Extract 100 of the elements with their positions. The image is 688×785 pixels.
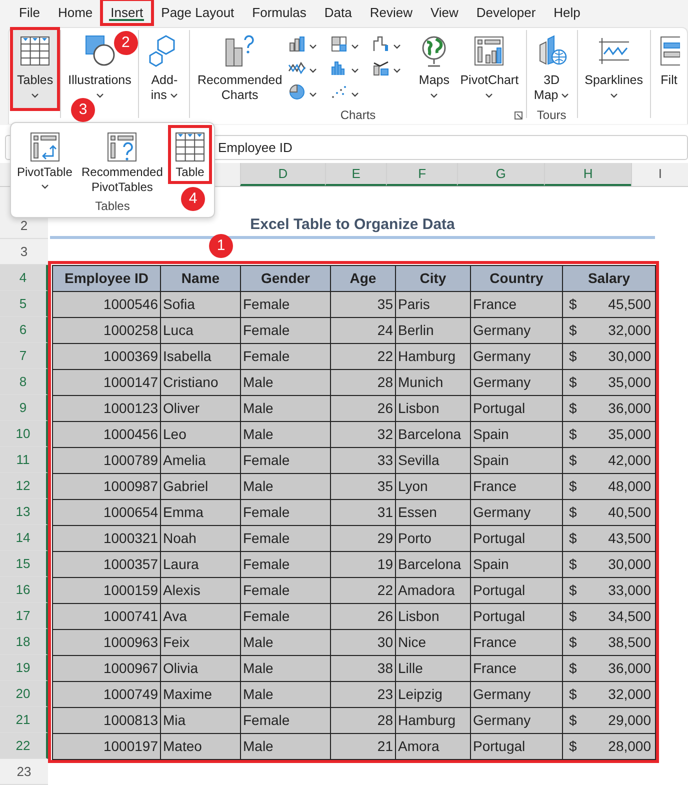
menu-tab[interactable]: File xyxy=(10,0,49,24)
table-cell: France xyxy=(471,474,563,500)
table-cell: Barcelona xyxy=(396,552,471,578)
dialog-launcher-icon[interactable] xyxy=(514,111,523,120)
row-header[interactable]: 11 xyxy=(0,447,48,473)
row-header[interactable]: 18 xyxy=(0,629,48,655)
table-cell: Spain xyxy=(471,448,563,474)
table-cell: France xyxy=(471,630,563,656)
table-cell: Oliver xyxy=(161,396,241,422)
amount-text: 48,000 xyxy=(608,477,651,496)
table-cell: Portugal xyxy=(471,578,563,604)
currency-symbol: $ xyxy=(569,581,577,600)
table-cell: Amelia xyxy=(161,448,241,474)
column-header[interactable]: E xyxy=(324,163,386,186)
table-cell: Sevilla xyxy=(396,448,471,474)
table-cell: Leipzig xyxy=(396,682,471,708)
row-header[interactable]: 20 xyxy=(0,681,48,707)
table-cell: 1000369 xyxy=(53,344,161,370)
menu-tab[interactable]: View xyxy=(421,0,468,24)
table-cell: Hamburg xyxy=(396,344,471,370)
ribbon-button[interactable]: Sparklines xyxy=(580,30,647,108)
row-header[interactable]: 21 xyxy=(0,707,48,733)
table-cell: Lyon xyxy=(396,474,471,500)
row-header[interactable]: 15 xyxy=(0,551,48,577)
column-header[interactable]: I xyxy=(631,163,688,186)
menu-tab[interactable]: Page Layout xyxy=(152,0,244,24)
row-header[interactable]: 10 xyxy=(0,421,48,447)
row-header[interactable]: 17 xyxy=(0,603,48,629)
column-heading: Country xyxy=(471,266,563,292)
table-cell: 1000159 xyxy=(53,578,161,604)
column-header[interactable]: G xyxy=(456,163,544,186)
table-cell: 26 xyxy=(331,396,396,422)
table-cell: Munich xyxy=(396,370,471,396)
ribbon-button[interactable]: Maps xyxy=(412,30,456,108)
table-cell: Berlin xyxy=(396,318,471,344)
table-cell: Nice xyxy=(396,630,471,656)
menu-tab[interactable]: Data xyxy=(315,0,361,24)
group-label: Tables xyxy=(95,199,130,213)
table-cell: 22 xyxy=(331,578,396,604)
row-header[interactable]: 6 xyxy=(0,317,48,343)
currency-symbol: $ xyxy=(569,711,577,730)
ribbon-button[interactable]: Filt xyxy=(654,30,684,108)
menu-tab[interactable]: Insert xyxy=(102,0,152,24)
table-cell: Male xyxy=(241,682,331,708)
row-header[interactable]: 12 xyxy=(0,473,48,499)
row-header[interactable]: 4 xyxy=(0,265,48,291)
table-cell: 22 xyxy=(331,344,396,370)
formula-bar[interactable]: Employee ID xyxy=(5,135,688,160)
ribbon-button[interactable]: Add-ins xyxy=(142,30,186,108)
menu-tab[interactable]: Developer xyxy=(467,0,545,24)
row-header[interactable]: 5 xyxy=(0,291,48,317)
menu-tab[interactable]: Review xyxy=(360,0,422,24)
amount-text: 42,000 xyxy=(608,451,651,470)
amount-text: 33,000 xyxy=(608,581,651,600)
amount-text: 38,500 xyxy=(608,633,651,652)
row-header[interactable]: 22 xyxy=(0,733,48,759)
row-header[interactable]: 23 xyxy=(0,759,48,785)
ribbon-button[interactable]: PivotChart xyxy=(456,30,523,108)
column-heading: Gender xyxy=(241,266,331,292)
menu-tab[interactable]: Help xyxy=(544,0,590,24)
table-cell: Germany xyxy=(471,500,563,526)
table-cell: Female xyxy=(241,578,331,604)
row-header[interactable]: 19 xyxy=(0,655,48,681)
table-cell: 19 xyxy=(331,552,396,578)
row-header[interactable]: 13 xyxy=(0,499,48,525)
menu-tab[interactable]: Home xyxy=(48,0,102,24)
table-cell: 21 xyxy=(331,734,396,760)
row-header[interactable]: 14 xyxy=(0,525,48,551)
currency-symbol: $ xyxy=(569,347,577,366)
table-cell: France xyxy=(471,292,563,318)
ribbon-button[interactable]: Tables xyxy=(13,30,58,108)
amount-text: 30,000 xyxy=(608,347,651,366)
table-cell: 1000987 xyxy=(53,474,161,500)
waterfall-chart-icon xyxy=(372,35,390,53)
column-header[interactable]: D xyxy=(240,163,325,186)
table-cell: Noah xyxy=(161,526,241,552)
row-header[interactable]: 16 xyxy=(0,577,48,603)
table-cell: 1000813 xyxy=(53,708,161,734)
group-label: Tours xyxy=(536,108,566,122)
currency-symbol: $ xyxy=(569,399,577,418)
table-cell: Spain xyxy=(471,422,563,448)
table-cell: Amadora xyxy=(396,578,471,604)
table-cell: 35 xyxy=(331,474,396,500)
row-header[interactable]: 2 xyxy=(0,213,48,239)
table-cell: Male xyxy=(241,734,331,760)
table-cell: Mia xyxy=(161,708,241,734)
ribbon-button[interactable]: 3D Map xyxy=(530,30,574,108)
row-header[interactable]: 9 xyxy=(0,395,48,421)
column-header[interactable]: F xyxy=(386,163,457,186)
ribbon-button[interactable]: Recommended Charts xyxy=(193,30,286,108)
row-header[interactable]: 7 xyxy=(0,343,48,369)
table-cell: Isabella xyxy=(161,344,241,370)
menu-tab[interactable]: Formulas xyxy=(243,0,316,24)
row-header[interactable]: 8 xyxy=(0,369,48,395)
column-header[interactable]: H xyxy=(544,163,632,186)
table-cell: Leo xyxy=(161,422,241,448)
table-cell: Male xyxy=(241,422,331,448)
table-cell: 24 xyxy=(331,318,396,344)
amount-text: 32,000 xyxy=(608,321,651,340)
table-cell: Olivia xyxy=(161,656,241,682)
